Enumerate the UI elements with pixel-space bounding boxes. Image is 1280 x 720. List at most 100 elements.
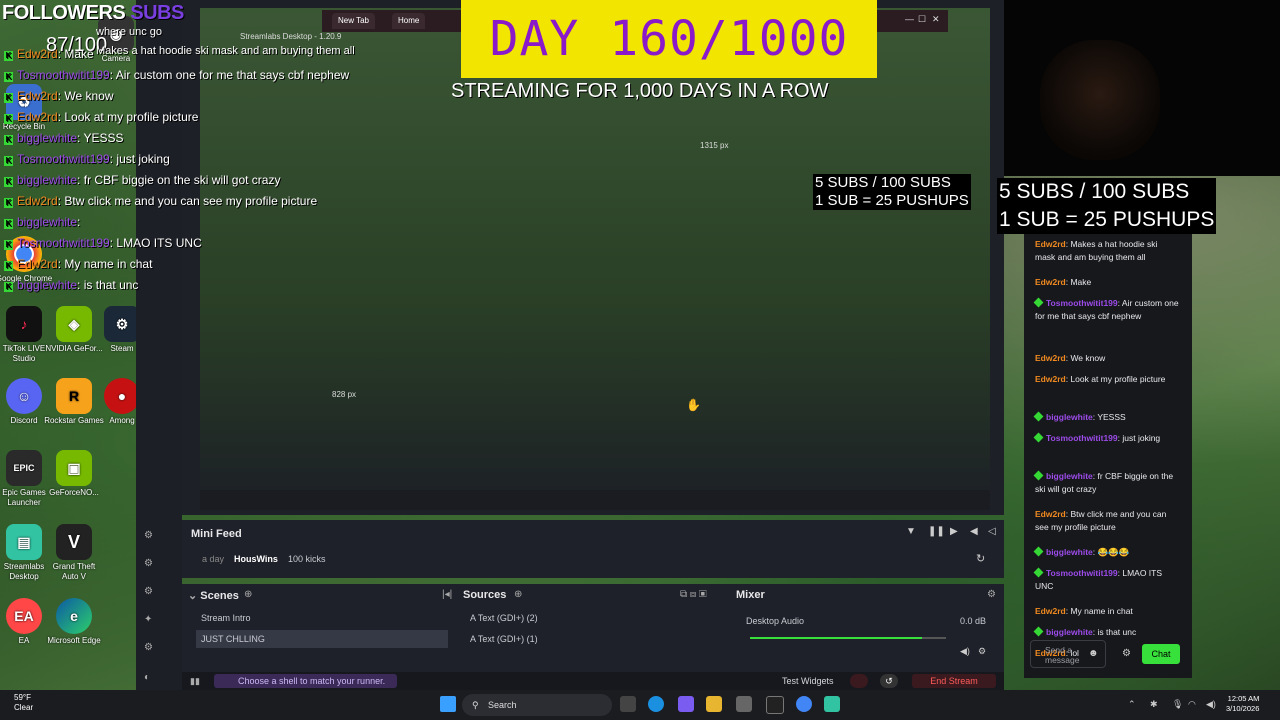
close-button[interactable]: ✕ <box>932 14 940 25</box>
streamlabs-taskbar-icon[interactable] <box>824 696 840 712</box>
weather-widget[interactable]: 59°F Clear <box>14 693 33 713</box>
volume-icon[interactable]: ◁ <box>988 526 996 537</box>
minimize-button[interactable]: — <box>905 14 914 24</box>
discord-icon: ☺ <box>6 378 42 414</box>
chat-message[interactable]: bigglewhite: YESSS <box>1033 411 1180 424</box>
start-icon[interactable] <box>440 696 456 712</box>
kick-badge-icon: K <box>4 282 13 292</box>
kick-badge-icon: K <box>4 240 13 250</box>
scene-transition-icon[interactable]: |◂| <box>442 589 452 600</box>
chat-settings-icon[interactable]: ⚙ <box>1122 648 1131 659</box>
pause-icon[interactable]: ❚❚ <box>928 526 945 537</box>
file-explorer-icon[interactable] <box>706 696 722 712</box>
studio-mode-icon[interactable]: ⚙ <box>144 530 153 541</box>
tab-home[interactable]: Home <box>392 13 426 29</box>
chat-message[interactable]: Edw2rd: We know <box>1035 352 1180 365</box>
end-stream-button[interactable]: End Stream <box>912 674 996 688</box>
add-scene-icon[interactable]: ⊕ <box>244 589 252 600</box>
skip-icon[interactable]: ▶ <box>950 526 958 537</box>
apps-icon[interactable]: ✦ <box>144 614 152 625</box>
scene-item-just-chilling[interactable]: JUST CHLLING <box>201 634 265 644</box>
settings-icon[interactable]: ⚙ <box>144 642 153 653</box>
profile-icon[interactable]: ◐ <box>144 672 150 683</box>
sources-title: Sources <box>463 589 507 601</box>
chat-message[interactable]: bigglewhite: fr CBF biggie on the ski wi… <box>1033 470 1180 496</box>
capcut-icon[interactable] <box>766 696 784 714</box>
source-item-text-1[interactable]: A Text (GDI+) (1) <box>470 634 538 644</box>
chat-message[interactable]: Edw2rd: Makes a hat hoodie ski mask and … <box>1035 238 1180 264</box>
chat-overlay-line: Kbigglewhite: fr CBF biggie on the ski w… <box>4 173 281 187</box>
clock[interactable]: 12:05 AM 3/10/2026 <box>1226 694 1259 714</box>
channel-settings-icon[interactable]: ⚙ <box>978 646 986 657</box>
kick-badge-icon <box>1033 411 1044 422</box>
followers-subs-label: FOLLOWERS SUBS <box>2 2 184 24</box>
webcam-feed <box>1040 40 1160 160</box>
scene-item-stream-intro[interactable]: Stream Intro <box>201 613 251 623</box>
chat-button[interactable]: Chat <box>1142 644 1180 664</box>
mixer-settings-icon[interactable]: ⚙ <box>987 589 996 600</box>
volume-tray-icon[interactable]: ◀) <box>1206 699 1216 710</box>
emoji-icon[interactable]: ☻ <box>1088 648 1099 659</box>
bluetooth-icon[interactable]: ✱ <box>1150 699 1158 710</box>
chat-overlay-line: Kbigglewhite: <box>4 215 81 229</box>
filter-icon[interactable]: ▼ <box>906 526 916 537</box>
kick-badge-icon: K <box>4 51 13 61</box>
add-source-icon[interactable]: ⊕ <box>514 589 522 600</box>
chat-message[interactable]: Edw2rd: Btw click me and you can see my … <box>1035 508 1180 534</box>
chat-overlay-line: Kbigglewhite: is that unc <box>4 278 139 292</box>
feed-time: a day <box>202 554 225 564</box>
chat-message[interactable]: Tosmoothwitit199: LMAO ITS UNC <box>1033 567 1180 593</box>
chat-message[interactable]: Tosmoothwitit199: just joking <box>1033 432 1180 445</box>
themes-icon[interactable]: ⚙ <box>144 586 153 597</box>
rockstar-icon: R <box>56 378 92 414</box>
replay-buffer-icon[interactable]: ↺ <box>880 674 898 688</box>
among-us-icon: ● <box>104 378 140 414</box>
record-button[interactable] <box>850 674 868 688</box>
chat-message[interactable]: Edw2rd: Make <box>1035 276 1180 289</box>
source-item-text-2[interactable]: A Text (GDI+) (2) <box>470 613 538 623</box>
chat-overlay-line: K Edw2rd: Look at my profile picture <box>4 110 199 124</box>
layout-icon[interactable]: ⚙ <box>144 558 153 569</box>
tray-overflow-icon[interactable]: ⌃ <box>1128 699 1136 710</box>
speaker-icon[interactable]: ◀) <box>960 646 970 657</box>
wifi-icon[interactable]: ◠ <box>1188 699 1196 710</box>
mute-icon[interactable]: ◀ <box>970 526 978 537</box>
edge-icon: e <box>56 598 92 634</box>
task-view-icon[interactable] <box>620 696 636 712</box>
tab-new-tab[interactable]: New Tab <box>332 13 375 29</box>
streamlabs-icon: ▤ <box>6 524 42 560</box>
chat-message[interactable]: Edw2rd: Look at my profile picture <box>1035 373 1180 386</box>
chat-overlay-line: K Tosmoothwitit199: just joking <box>4 152 170 166</box>
chat-overlay-line: Kbigglewhite: YESSS <box>4 131 124 145</box>
desktop-icon-gta-v[interactable]: V Grand Theft Auto V <box>44 524 104 582</box>
kick-badge-icon <box>1033 546 1044 557</box>
shell-prompt-banner[interactable]: Choose a shell to match your runner. <box>214 674 397 688</box>
ea-icon: EA <box>6 598 42 634</box>
chat-message[interactable]: Edw2rd: My name in chat <box>1035 605 1180 618</box>
volume-slider-fill <box>750 637 923 639</box>
refresh-icon[interactable]: ↻ <box>976 552 985 565</box>
desktop-icon-edge[interactable]: e Microsoft Edge <box>44 598 104 646</box>
mic-icon[interactable]: 🎙 <box>1172 699 1183 710</box>
edge-taskbar-icon[interactable] <box>648 696 664 712</box>
chat-overlay-line: K Tosmoothwitit199: Air custom one for me… <box>4 68 350 82</box>
source-tools-icon[interactable]: ⧉ ⧈ ▣ <box>680 589 707 600</box>
chat-message[interactable]: bigglewhite: 😂😂😂 <box>1033 546 1180 559</box>
chat-message[interactable]: bigglewhite: is that unc <box>1033 626 1180 639</box>
store-icon[interactable] <box>736 696 752 712</box>
desktop-icon-geforce-now[interactable]: ▣ GeForceNO... <box>44 450 104 498</box>
chat-overlay-line: K Edw2rd: We know <box>4 89 114 103</box>
stats-icon[interactable]: ▮▮ <box>190 676 200 687</box>
copilot-icon[interactable] <box>678 696 694 712</box>
chrome-taskbar-icon[interactable] <box>796 696 812 712</box>
maximize-button[interactable]: ☐ <box>918 14 926 25</box>
volume-slider-track[interactable] <box>750 637 946 639</box>
kick-badge-icon: K <box>4 261 13 271</box>
kick-badge-icon <box>1033 297 1044 308</box>
mixer-level: 0.0 dB <box>960 616 987 626</box>
taskbar-search[interactable]: ⚲ Search <box>462 694 612 716</box>
chat-message[interactable]: Tosmoothwitit199: Air custom one for me … <box>1033 297 1180 323</box>
test-widgets-button[interactable]: Test Widgets <box>782 676 834 686</box>
window-title: Streamlabs Desktop - 1.20.9 <box>240 32 342 41</box>
tiktok-icon: ♪ <box>6 306 42 342</box>
